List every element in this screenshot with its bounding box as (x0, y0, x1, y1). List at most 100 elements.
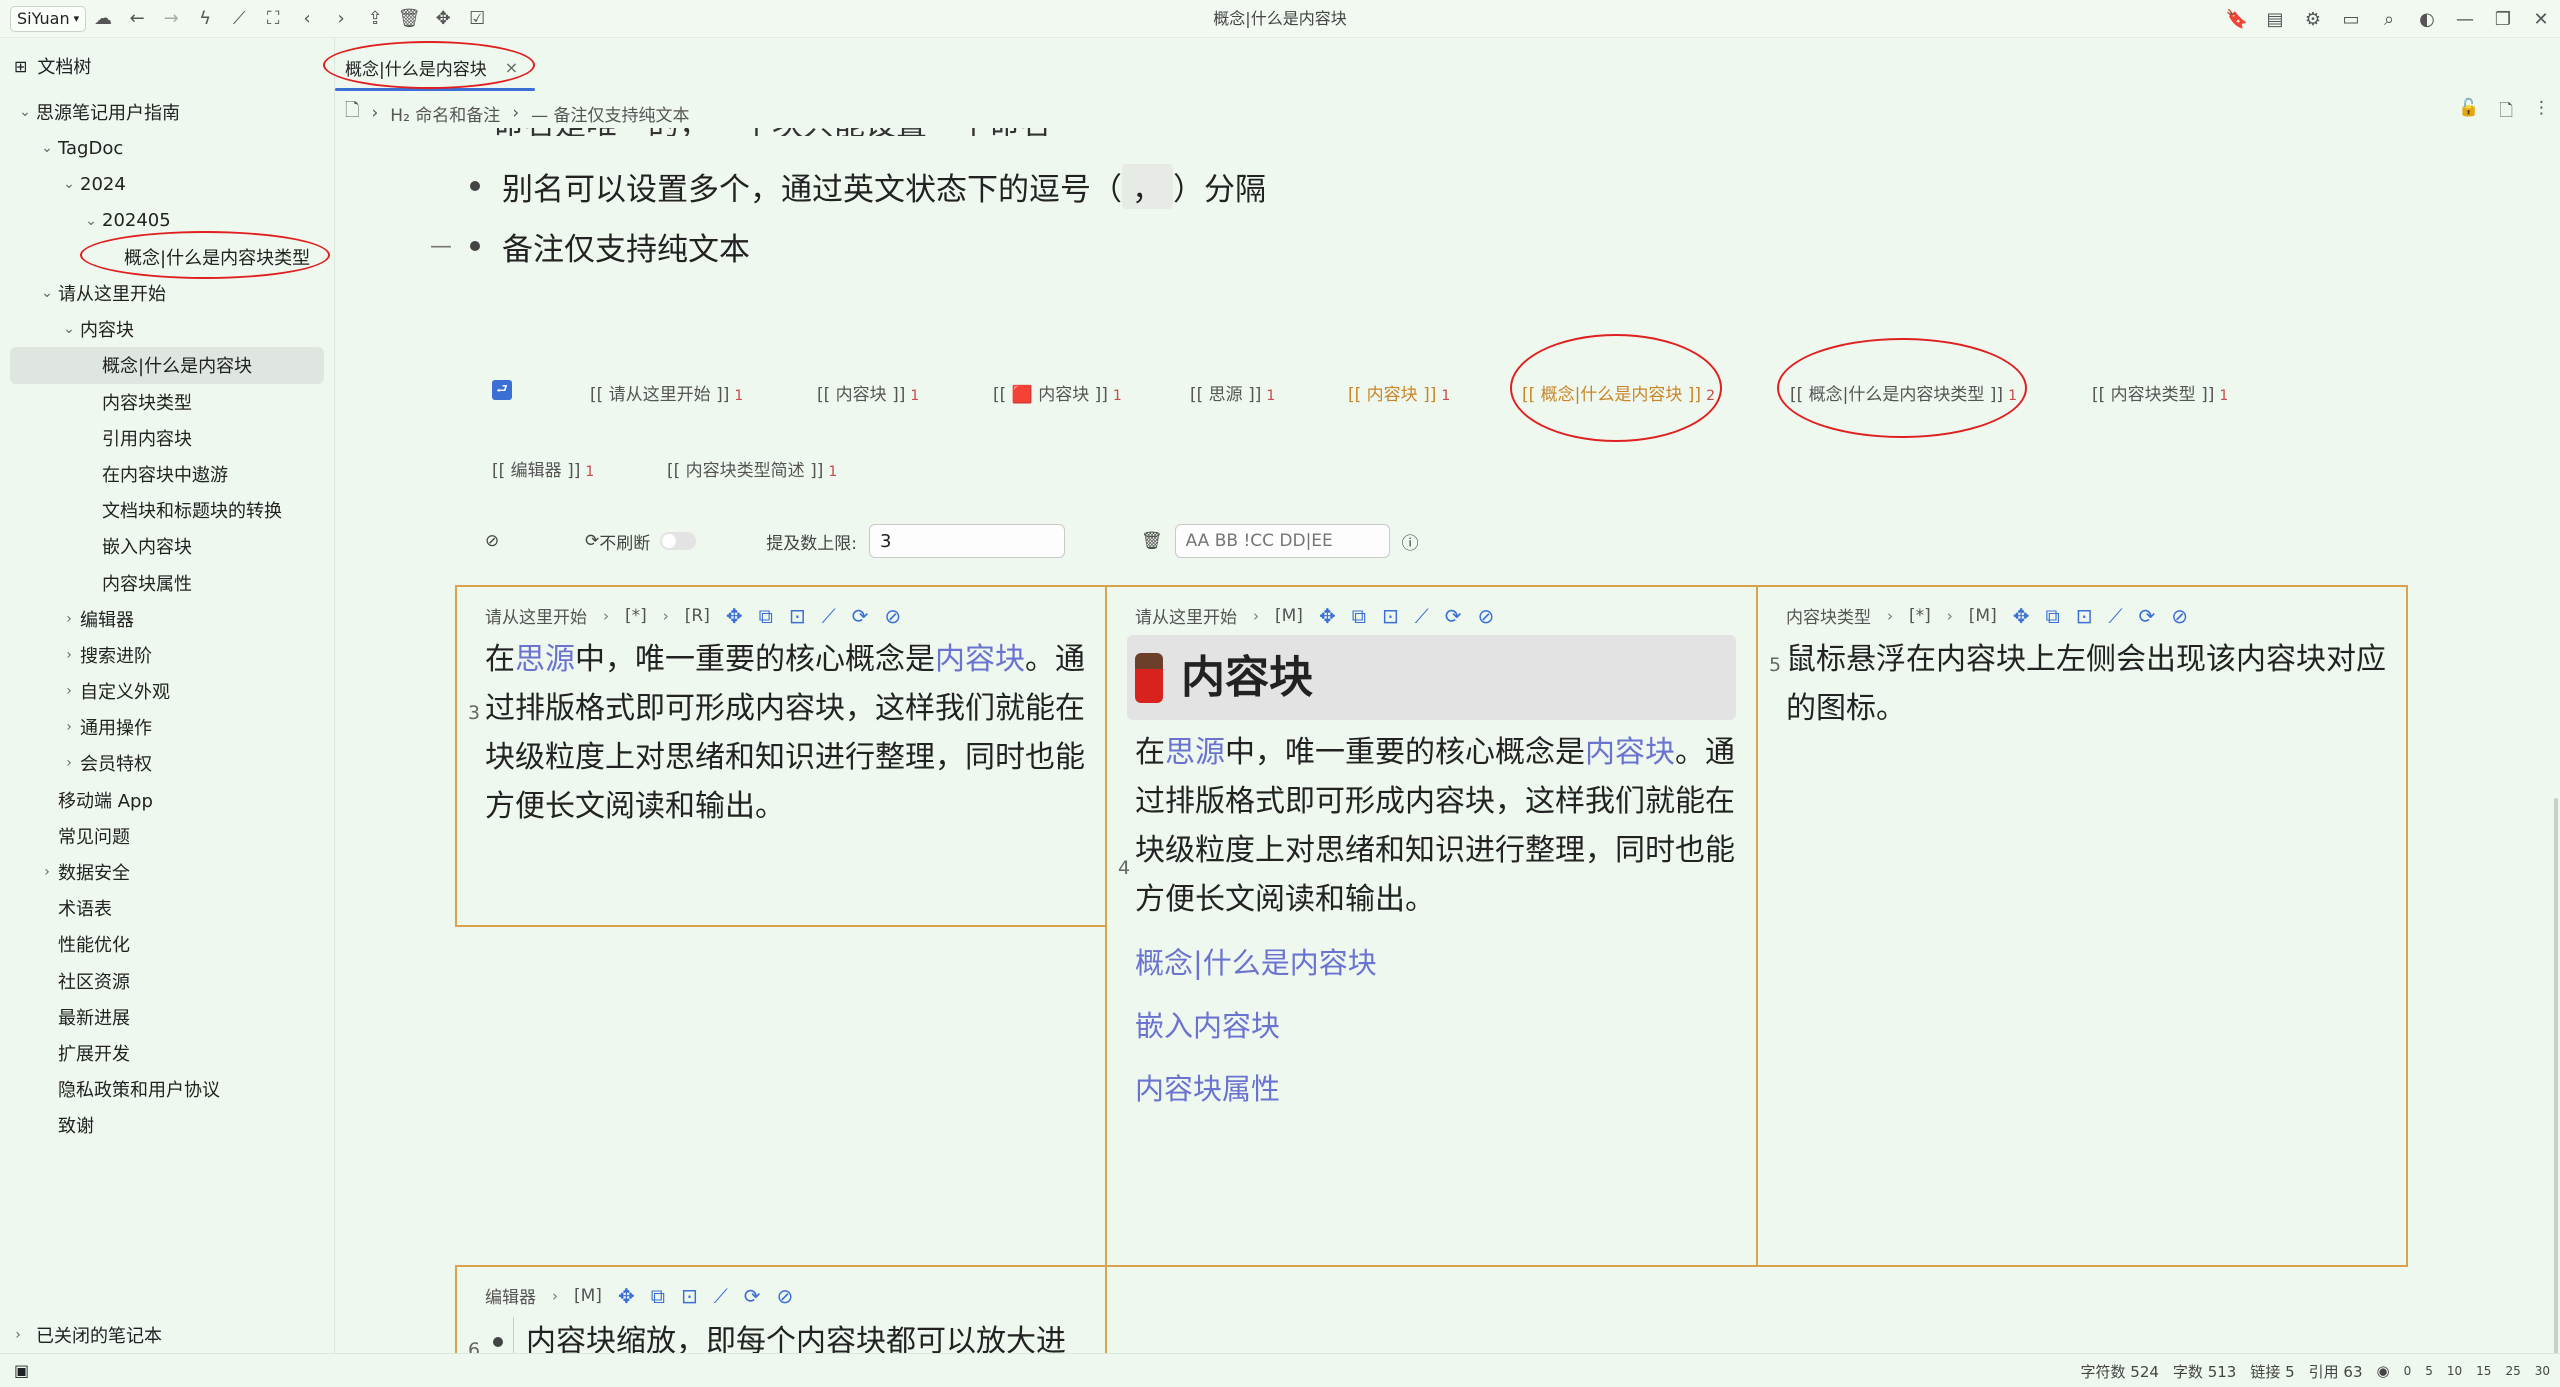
screenshot-icon[interactable]: ⛶ (256, 2, 290, 36)
restore-icon[interactable]: ❐ (2484, 2, 2522, 36)
zoom-level[interactable]: 25 (2505, 1364, 2520, 1378)
expand-icon[interactable]: ⊡ (681, 1284, 698, 1308)
card-breadcrumb[interactable]: [M] (1969, 606, 1997, 626)
sidebar-item[interactable]: 内容块属性 (0, 564, 334, 600)
cloud-icon[interactable]: ☁ (86, 2, 120, 36)
move-icon[interactable]: ✥ (618, 1284, 635, 1308)
sidebar-item[interactable]: 性能优化 (0, 926, 334, 962)
sidebar-item[interactable]: 最新进展 (0, 999, 334, 1035)
graph-icon[interactable]: ⟋ (222, 2, 256, 36)
sidebar-item[interactable]: › 会员特权 (0, 745, 334, 781)
graph-icon[interactable]: ⟋ (1415, 604, 1429, 628)
move-icon[interactable]: ✥ (2013, 604, 2030, 628)
backlink-ref[interactable]: [[ 🟥 内容块 ]] 1 (993, 380, 1122, 405)
checkbox-icon[interactable]: ☑ (460, 2, 494, 36)
trash-icon[interactable]: 🗑 (1141, 531, 1163, 551)
expand-icon[interactable]: ⊡ (789, 604, 806, 628)
chevron-down-icon[interactable]: ⌄ (58, 321, 80, 337)
more-icon[interactable]: ⋮ (2533, 98, 2550, 127)
minimize-icon[interactable]: — (2446, 2, 2484, 36)
backlink-ref[interactable]: [[ 内容块类型 ]] 1 (2092, 380, 2228, 405)
refresh-icon[interactable]: ⟳ (2139, 604, 2156, 628)
sidebar-item[interactable]: ⌄ TagDoc (0, 130, 334, 166)
refresh-icon[interactable]: ⟳ (1445, 604, 1462, 628)
document-icon[interactable]: 🗋 (345, 98, 359, 128)
chevron-down-icon[interactable]: ⌄ (36, 140, 58, 156)
move-icon[interactable]: ✥ (726, 604, 743, 628)
ref-link[interactable]: 内容块 (935, 642, 1025, 677)
copy-icon[interactable]: ⧉ (2045, 604, 2059, 628)
copy-icon[interactable]: ⧉ (651, 1284, 665, 1308)
sidebar-item[interactable]: 致谢 (0, 1107, 334, 1143)
refresh-icon[interactable]: ⟳ (744, 1284, 761, 1308)
card-breadcrumb[interactable]: 请从这里开始 (1135, 603, 1237, 628)
trash-icon[interactable]: 🗑 (392, 2, 426, 36)
chevron-right-icon[interactable]: › (58, 719, 80, 735)
chevron-down-icon[interactable]: ⌄ (36, 285, 58, 301)
sidebar-item[interactable]: 概念|什么是内容块 (10, 347, 324, 384)
zoom-level[interactable]: 0 (2404, 1364, 2412, 1378)
sidebar-item[interactable]: ⌄ 请从这里开始 (0, 275, 334, 311)
back-icon[interactable]: ← (120, 2, 154, 36)
backlink-ref[interactable]: [[ 思源 ]] 1 (1190, 380, 1275, 405)
scrollbar[interactable] (2554, 798, 2558, 1353)
sidebar-item[interactable]: › 数据安全 (0, 854, 334, 890)
sidebar-item[interactable]: 扩展开发 (0, 1035, 334, 1071)
help-icon[interactable]: ⓘ (1402, 529, 1419, 554)
eye-off-icon[interactable]: ⊘ (2171, 604, 2188, 628)
card-breadcrumb[interactable]: 编辑器 (485, 1283, 536, 1308)
backlink-ref[interactable]: [[ 内容块 ]] 1 (1348, 380, 1450, 405)
file-tree-header[interactable]: ⊞ 文档树 (0, 38, 334, 94)
chevron-down-icon[interactable]: ⌄ (80, 213, 102, 229)
dock-toggle-icon[interactable]: ▣ (14, 1361, 29, 1380)
graph-icon[interactable]: ⟋ (2109, 604, 2123, 628)
sidebar-item[interactable]: 社区资源 (0, 963, 334, 999)
eye-off-icon[interactable]: ⊘ (884, 604, 901, 628)
ref-link[interactable]: 思源 (1165, 735, 1225, 770)
block-ref-link[interactable]: 嵌入内容块 (1135, 995, 1736, 1058)
lightning-icon[interactable]: ϟ (188, 2, 222, 36)
mention-limit-input[interactable]: 3 (868, 524, 1065, 558)
sidebar-item[interactable]: 引用内容块 (0, 420, 334, 456)
plugin-icon[interactable]: ⚙ (2294, 2, 2332, 36)
graph-icon[interactable]: ⟋ (714, 1284, 728, 1308)
card-breadcrumb[interactable]: [R] (685, 606, 710, 626)
block-ref-link[interactable]: 概念|什么是内容块 (1135, 932, 1736, 995)
backlink-ref[interactable]: [[ 概念|什么是内容块 ]] 2 (1522, 380, 1715, 405)
chevron-right-icon[interactable]: › (58, 755, 80, 771)
sidebar-item[interactable]: 内容块类型 (0, 384, 334, 420)
card-breadcrumb[interactable]: [*] (1909, 606, 1931, 626)
card-breadcrumb[interactable]: [M] (1275, 606, 1303, 626)
copy-icon[interactable]: ⧉ (759, 604, 773, 628)
chevron-left-icon[interactable]: ‹ (290, 2, 324, 36)
ref-link[interactable]: 思源 (515, 642, 575, 677)
block-drag-handle[interactable]: — (430, 234, 470, 259)
graph-icon[interactable]: ⟋ (822, 604, 836, 628)
breadcrumb-item[interactable]: — 备注仅支持纯文本 (531, 101, 689, 126)
search-icon[interactable]: ⌕ (2370, 2, 2408, 36)
sidebar-item[interactable]: 概念|什么是内容块类型 (0, 239, 334, 275)
breadcrumb-item[interactable]: H₂ 命名和备注 (390, 101, 500, 126)
eye-off-icon[interactable]: ⊘ (485, 531, 535, 551)
tab-active[interactable]: 概念|什么是内容块 × (335, 48, 532, 86)
card-breadcrumb[interactable]: [M] (574, 1286, 602, 1306)
copy-icon[interactable]: ⧉ (1352, 604, 1366, 628)
expand-icon[interactable]: ⊡ (2076, 604, 2093, 628)
chevron-right-icon[interactable]: › (58, 647, 80, 663)
card-breadcrumb[interactable]: [*] (625, 606, 647, 626)
upload-icon[interactable]: ⇪ (358, 2, 392, 36)
chevron-right-icon[interactable]: › (36, 864, 58, 880)
zoom-level[interactable]: 30 (2535, 1364, 2550, 1378)
refresh-icon[interactable]: ⟳ (852, 604, 869, 628)
document-icon[interactable]: 🗋 (2499, 98, 2513, 127)
ref-link[interactable]: 内容块 (1585, 735, 1675, 770)
list-item[interactable]: 别名可以设置多个，通过英文状态下的逗号（ ， ）分隔 (470, 161, 1266, 211)
move-icon[interactable]: ✥ (426, 2, 460, 36)
workspace-menu-button[interactable]: SiYuan ▾ (10, 5, 87, 32)
zoom-level[interactable]: 15 (2476, 1364, 2491, 1378)
chevron-down-icon[interactable]: ⌄ (14, 104, 36, 120)
sidebar-item[interactable]: ⌄ 202405 (0, 203, 334, 239)
terminal-icon[interactable]: ▭ (2332, 2, 2370, 36)
tab-close-icon[interactable]: × (505, 58, 518, 77)
chevron-right-icon[interactable]: › (58, 611, 80, 627)
